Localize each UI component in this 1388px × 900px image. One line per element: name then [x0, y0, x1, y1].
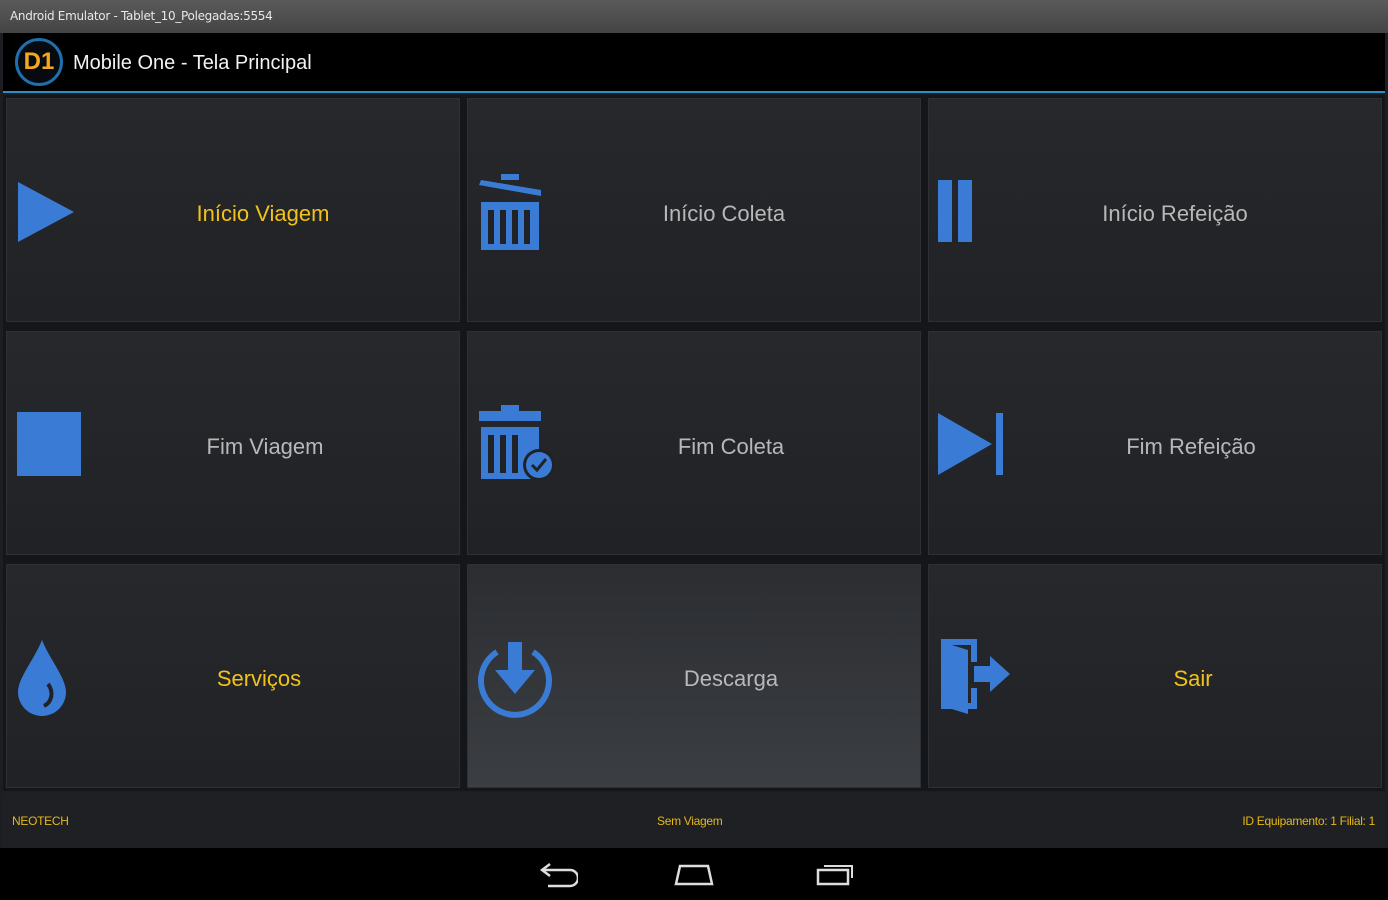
- tile-fim-refeicao[interactable]: Fim Refeição: [928, 331, 1382, 555]
- tile-descarga[interactable]: Descarga: [467, 564, 921, 788]
- window-title: Android Emulator - Tablet_10_Polegadas:5…: [10, 9, 273, 23]
- status-bar: NEOTECH Sem Viagem ID Equipamento: 1 Fil…: [3, 793, 1385, 848]
- tile-label: Início Viagem: [196, 201, 330, 226]
- tile-label: Serviços: [216, 666, 302, 691]
- exit-door-icon: [941, 639, 1010, 714]
- tile-label: Descarga: [683, 666, 779, 691]
- tile-inicio-viagem[interactable]: Início Viagem: [6, 98, 460, 322]
- tile-label: Fim Viagem: [206, 434, 324, 459]
- tile-inicio-refeicao[interactable]: Início Refeição: [928, 98, 1382, 322]
- logo-text: D1: [23, 48, 55, 75]
- tile-label: Fim Coleta: [677, 434, 785, 459]
- app-bar: D1 Mobile One - Tela Principal: [3, 33, 1385, 93]
- tile-label: Início Refeição: [1102, 201, 1248, 226]
- page-title: Mobile One - Tela Principal: [73, 52, 312, 74]
- recent-apps-icon[interactable]: [812, 860, 856, 890]
- company-name: NEOTECH: [12, 814, 69, 828]
- android-nav-bar: [0, 848, 1388, 900]
- tile-sair[interactable]: Sair: [928, 564, 1382, 788]
- tile-label: Sair: [1173, 666, 1213, 691]
- home-icon[interactable]: [672, 860, 716, 890]
- tile-inicio-coleta[interactable]: Início Coleta: [467, 98, 921, 322]
- tile-label: Início Coleta: [662, 201, 786, 226]
- back-icon[interactable]: [536, 860, 578, 890]
- tile-fim-coleta[interactable]: Fim Coleta: [467, 331, 921, 555]
- trip-status: Sem Viagem: [657, 814, 723, 828]
- emulator-title-bar: Android Emulator - Tablet_10_Polegadas:5…: [0, 0, 1388, 33]
- menu-grid: Início Viagem Início Coleta Início Refei…: [3, 95, 1385, 791]
- device-info: ID Equipamento: 1 Filial: 1: [1242, 814, 1375, 828]
- tile-label: Fim Refeição: [1126, 434, 1256, 459]
- tile-servicos[interactable]: Serviços: [6, 564, 460, 788]
- app-logo: D1: [15, 38, 63, 86]
- skip-next-icon: [938, 413, 1003, 475]
- tile-fim-viagem[interactable]: Fim Viagem: [6, 331, 460, 555]
